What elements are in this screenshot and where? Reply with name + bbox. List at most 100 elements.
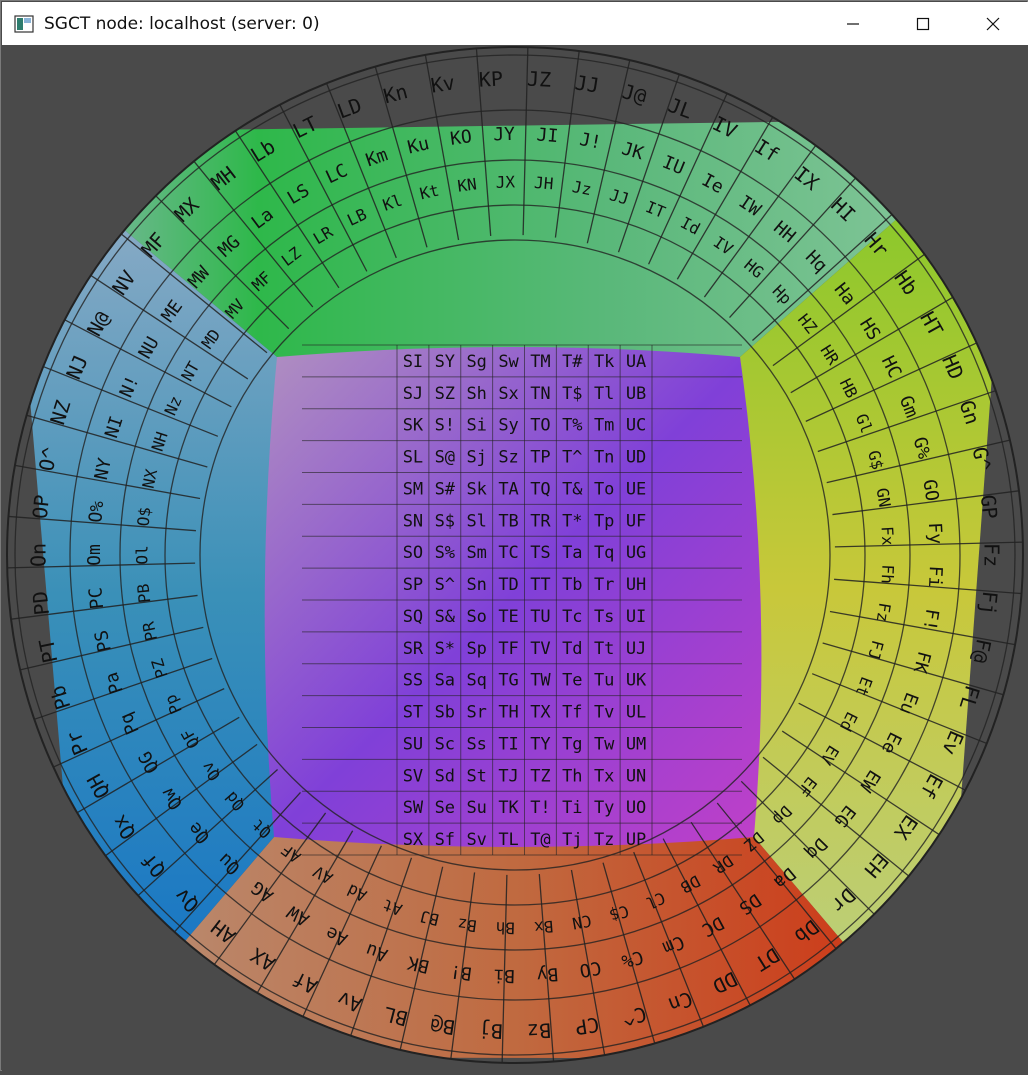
title-bar[interactable]: SGCT node: localhost (server: 0) [2, 2, 1028, 45]
center-cell-label: UK [626, 671, 647, 691]
outer-ring-label: Fj [976, 590, 1002, 616]
ring2-label: Fi [924, 565, 946, 588]
minimize-button[interactable] [818, 2, 888, 45]
ring2-label: JY [493, 124, 515, 146]
center-cell-label: TF [498, 639, 518, 659]
center-cell-label: TU [530, 607, 550, 627]
ring3-label: Bz [456, 914, 478, 935]
center-cell-label: Tx [594, 766, 614, 786]
center-cell-label: Si [466, 416, 486, 436]
ring2-label: F! [918, 607, 942, 632]
outer-ring-label: J@ [620, 79, 649, 108]
center-cell-label: TS [530, 543, 550, 563]
center-cell-label: Th [562, 766, 582, 786]
center-cell-label: SK [403, 416, 424, 436]
center-cell-label: Tk [594, 352, 614, 372]
outer-ring-label: JZ [526, 67, 551, 92]
center-cell-label: ST [403, 703, 423, 723]
center-cell-label: SW [403, 798, 424, 818]
center-cell-label: Tt [594, 639, 614, 659]
outer-ring-label: G^ [968, 445, 996, 473]
center-cell-label: SV [403, 766, 423, 786]
ring2-label: JI [536, 124, 559, 147]
outer-ring-label: F@ [968, 637, 996, 665]
center-cell-label: Sv [466, 830, 486, 850]
center-cell-label: Tz [594, 830, 614, 850]
ring3-label: Fz [873, 601, 895, 623]
outer-ring-label: Fz [980, 543, 1004, 567]
center-cell-label: Su [466, 798, 486, 818]
center-cell-label: To [594, 479, 614, 499]
center-cell-label: T* [562, 511, 582, 531]
center-cell-label: S* [435, 639, 455, 659]
ring3-label: Fh [878, 564, 898, 584]
maximize-icon [916, 17, 930, 30]
center-cell-label: Tr [594, 575, 614, 595]
center-cell-label: UG [626, 543, 646, 563]
center-cell-label: UC [626, 416, 646, 436]
window-controls [818, 2, 1028, 45]
ring3-label: GN [873, 487, 895, 509]
center-cell-label: TW [530, 671, 551, 691]
app-window: SGCT node: localhost (server: 0) SI SY Sg [0, 0, 1028, 1071]
center-cell-label: Sr [466, 703, 486, 723]
center-cell-label: UH [626, 575, 646, 595]
center-cell-label: Tq [594, 543, 614, 563]
outer-ring-label: Kn [381, 79, 410, 108]
center-cell-label: Tc [562, 607, 582, 627]
render-viewport[interactable]: SI SY Sg Sw TM T# Tk UA SJ SZ Sh Sx TN T$ Tl UB SK S! Si Sy… [2, 45, 1028, 1071]
ring2-label: O% [85, 500, 108, 524]
center-cell-label: Tf [562, 703, 582, 723]
center-cell-label: UO [626, 798, 646, 818]
center-cell-label: Sp [466, 639, 486, 659]
window-title: SGCT node: localhost (server: 0) [44, 13, 320, 34]
center-cell-label: SN [403, 511, 423, 531]
center-cell-label: Tu [594, 671, 614, 691]
center-cell-label: Te [562, 671, 582, 691]
center-cell-label: TM [530, 352, 550, 372]
outer-ring-label: GP [976, 494, 1002, 520]
center-cell-label: TT [530, 575, 550, 595]
center-cell-label: SX [403, 830, 424, 850]
center-cell-label: Sd [435, 766, 455, 786]
center-cell-label: Ta [562, 543, 582, 563]
center-cell-label: SL [403, 448, 423, 468]
center-cell-label: TB [498, 511, 518, 531]
center-cell-label: Tb [562, 575, 582, 595]
center-cell-label: TG [498, 671, 518, 691]
center-cell-label: S& [435, 607, 456, 627]
center-cell-label: T# [562, 352, 583, 372]
center-cell-label: Sf [435, 830, 455, 850]
center-cell-label: Sl [466, 511, 486, 531]
ring2-label: GO [918, 478, 942, 503]
outer-ring-label: Kv [429, 70, 456, 97]
center-cell-label: Tw [594, 734, 615, 754]
center-cell-label: Sq [466, 671, 486, 691]
center-cell-label: Tn [594, 448, 614, 468]
center-cell-label: UF [626, 511, 646, 531]
close-button[interactable] [958, 2, 1028, 45]
ring2-label: PC [85, 586, 108, 610]
center-cell-label: S% [435, 543, 455, 563]
ring3-label: KN [456, 174, 478, 195]
ring2-label: Om [84, 544, 105, 566]
center-cell-label: Ti [562, 798, 582, 818]
center-cell-label: Sh [466, 384, 486, 404]
outer-ring-label: Bz [526, 1018, 551, 1043]
ring3-label: O$ [134, 506, 155, 527]
center-cell-label: S# [435, 479, 456, 499]
center-cell-label: SY [435, 352, 455, 372]
center-cell-label: UE [626, 479, 646, 499]
center-cell-label: SU [403, 734, 423, 754]
dome-faces: SI SY Sg Sw TM T# Tk UA SJ SZ Sh Sx TN T$ Tl UB SK S! Si Sy… [7, 47, 1023, 1063]
center-cell-label: Tl [594, 384, 614, 404]
center-cell-label: So [466, 607, 486, 627]
center-cell-label: Sn [466, 575, 486, 595]
center-cell-label: T! [530, 798, 550, 818]
center-cell-label: Ss [466, 734, 486, 754]
app-icon [14, 14, 34, 33]
center-cell-label: S! [435, 416, 455, 436]
maximize-button[interactable] [888, 2, 958, 45]
center-cell-label: TY [530, 734, 550, 754]
outer-ring-label: JJ [573, 70, 600, 97]
